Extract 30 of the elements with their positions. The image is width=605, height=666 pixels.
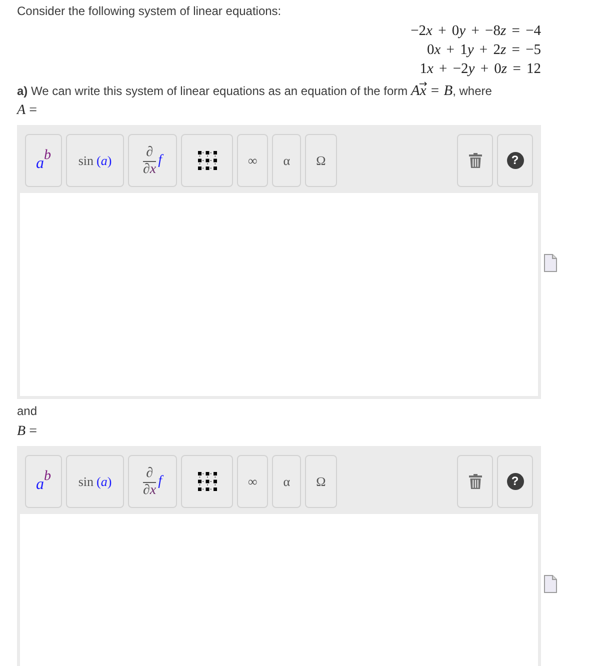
symbol-button[interactable]: α: [272, 455, 302, 508]
equation: −2x + 0y + −8z = −4: [410, 22, 541, 41]
symbol-button[interactable]: α: [272, 134, 302, 187]
matrix-icon: [198, 472, 216, 491]
symbol-button[interactable]: ∞: [237, 455, 268, 508]
delete-button[interactable]: [457, 455, 493, 508]
matrix-label: A =: [17, 102, 37, 120]
equation: 0x + 1y + 2z = −5: [426, 41, 541, 60]
document-icon: [544, 575, 557, 593]
intro-text: Consider the following system of linear equations:: [17, 3, 282, 19]
symbol-button[interactable]: Ω: [305, 134, 337, 187]
help-icon: ?: [506, 473, 524, 490]
help-button[interactable]: ?: [497, 455, 533, 508]
matrix-button[interactable]: [181, 134, 233, 187]
delete-button[interactable]: [457, 134, 493, 187]
help-icon: ?: [506, 152, 524, 169]
matrix-icon: [198, 151, 216, 170]
connective-text: and: [17, 403, 38, 419]
matrix-label: B =: [17, 423, 37, 441]
document-icon: [544, 254, 557, 272]
help-button[interactable]: ?: [497, 134, 533, 187]
symbol-button[interactable]: ∞: [237, 134, 268, 187]
matrix-button[interactable]: [181, 455, 233, 508]
symbol-button[interactable]: Ω: [305, 455, 337, 508]
question-text: a) We can write this system of linear equations as an equation of the form Ax→ = B, where: [17, 82, 492, 100]
trash-icon: [468, 153, 482, 168]
function-button[interactable]: sin (a): [66, 455, 124, 508]
trash-icon: [468, 474, 482, 489]
equation: 1x + −2y + 0z = 12: [420, 60, 541, 79]
function-button[interactable]: sin (a): [66, 134, 124, 187]
